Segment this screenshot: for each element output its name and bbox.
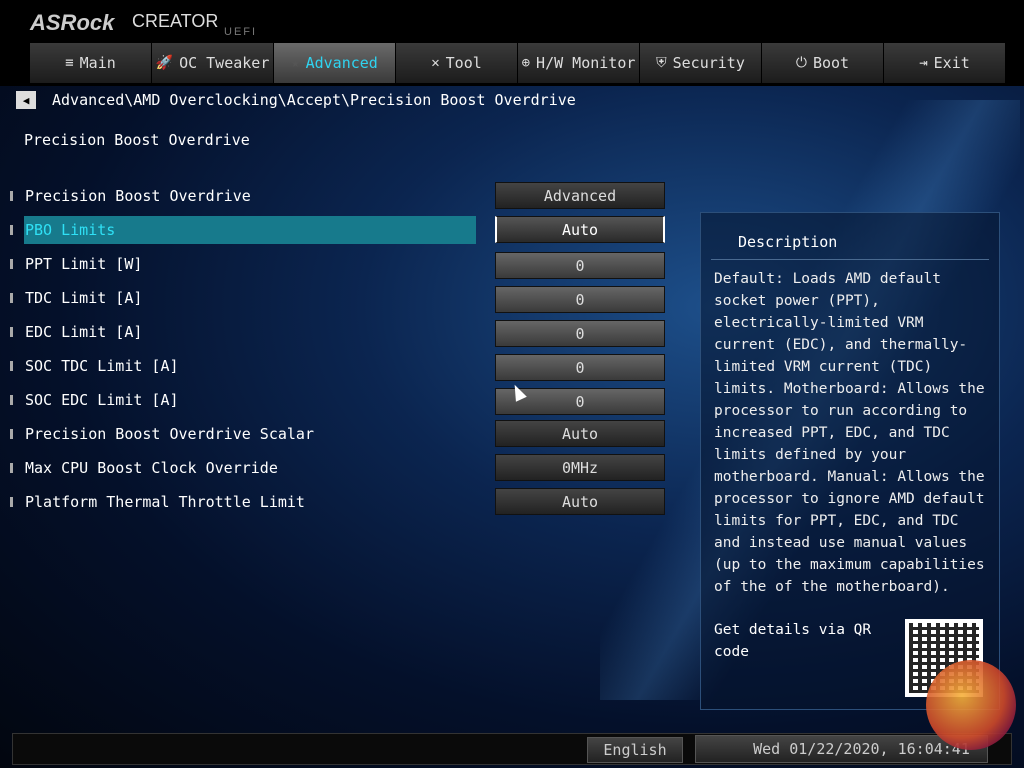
setting-row[interactable]: Max CPU Boost Clock Override (10, 454, 476, 482)
tab-exit[interactable]: ⇥ Exit (884, 43, 1005, 83)
tab-hw-monitor[interactable]: ⊕ H/W Monitor (518, 43, 639, 83)
setting-label: TDC Limit [A] (25, 289, 143, 307)
list-icon: ≡ (65, 55, 74, 71)
setting-label: Max CPU Boost Clock Override (25, 459, 278, 477)
setting-value[interactable]: 0 (495, 320, 665, 347)
description-title: Description (738, 233, 838, 251)
setting-label: Precision Boost Overdrive (25, 187, 251, 205)
tab-label: Tool (445, 54, 482, 72)
setting-row[interactable]: SOC EDC Limit [A] (10, 386, 476, 414)
back-arrow-icon[interactable]: ◀ (16, 91, 36, 109)
description-panel: Description Default: Loads AMD default s… (700, 212, 1000, 710)
top-bar: ASRock CREATOR UEFI ≡ Main 🚀 OC Tweaker ★ A… (0, 0, 1024, 86)
setting-label: EDC Limit [A] (25, 323, 143, 341)
tab-label: OC Tweaker (179, 54, 270, 72)
row-marker (10, 293, 13, 303)
setting-label: SOC EDC Limit [A] (25, 391, 179, 409)
tab-label: Main (79, 54, 116, 72)
setting-label: PBO Limits (25, 221, 116, 239)
breadcrumb-path: Advanced\AMD Overclocking\Accept\Precisi… (52, 91, 576, 109)
setting-value[interactable]: 0 (495, 252, 665, 279)
tab-boot[interactable]: ⏻ Boot (762, 43, 883, 83)
star-icon: ★ (291, 55, 300, 71)
setting-row[interactable]: Platform Thermal Throttle Limit (10, 488, 476, 516)
setting-label: PPT Limit [W] (25, 255, 143, 273)
setting-row[interactable]: EDC Limit [A] (10, 318, 476, 346)
tab-label: Advanced (305, 54, 378, 72)
row-marker (10, 395, 13, 405)
setting-value[interactable]: 0 (495, 354, 665, 381)
row-marker (10, 327, 13, 337)
setting-row[interactable]: Precision Boost Overdrive (10, 182, 476, 210)
row-marker (10, 463, 13, 473)
setting-label: Platform Thermal Throttle Limit (25, 493, 305, 511)
row-marker (10, 191, 13, 201)
setting-value[interactable]: Advanced (495, 182, 665, 209)
crosshair-icon: ⊕ (521, 55, 531, 71)
rocket-icon: 🚀 (155, 55, 174, 71)
row-marker (10, 225, 13, 235)
qr-caption: Get details via QR code (714, 622, 872, 660)
tab-label: H/W Monitor (536, 54, 636, 72)
row-marker (10, 497, 13, 507)
setting-row[interactable]: SOC TDC Limit [A] (10, 352, 476, 380)
setting-row[interactable]: Precision Boost Overdrive Scalar (10, 420, 476, 448)
page-title: Precision Boost Overdrive (24, 131, 250, 149)
setting-value[interactable]: Auto (495, 420, 665, 447)
tab-oc-tweaker[interactable]: 🚀 OC Tweaker (152, 43, 273, 83)
setting-row-selected[interactable]: PBO Limits (10, 216, 476, 244)
row-marker (10, 429, 13, 439)
description-text: Default: Loads AMD default socket power … (714, 271, 985, 595)
language-button[interactable]: English (587, 737, 683, 763)
setting-value[interactable]: Auto (495, 216, 665, 243)
breadcrumb: ◀ Advanced\AMD Overclocking\Accept\Preci… (16, 91, 576, 109)
setting-label: SOC TDC Limit [A] (25, 357, 179, 375)
main-tabs: ≡ Main 🚀 OC Tweaker ★ Advanced ✕ Tool ⊕ H/W M… (30, 43, 1006, 83)
tab-security[interactable]: ⛨ Security (640, 43, 761, 83)
tab-label: Exit (933, 54, 970, 72)
shield-icon: ⛨ (656, 55, 667, 71)
uefi-label: UEFI (224, 26, 258, 38)
tab-label: Boot (812, 54, 850, 72)
setting-value[interactable]: 0MHz (495, 454, 665, 481)
watermark-logo-icon (926, 660, 1016, 750)
tab-label: Security (672, 54, 745, 72)
row-marker (10, 259, 13, 269)
power-icon: ⏻ (795, 55, 807, 71)
product-name: CREATOR (132, 11, 219, 31)
tab-advanced[interactable]: ★ Advanced (274, 43, 395, 83)
setting-value[interactable]: 0 (495, 286, 665, 313)
exit-icon: ⇥ (919, 55, 928, 71)
tab-tool[interactable]: ✕ Tool (396, 43, 517, 83)
asrock-logo: ASRock (30, 10, 115, 35)
row-marker (10, 361, 13, 371)
setting-value[interactable]: Auto (495, 488, 665, 515)
setting-label: Precision Boost Overdrive Scalar (25, 425, 314, 443)
tab-main[interactable]: ≡ Main (30, 43, 151, 83)
setting-row[interactable]: PPT Limit [W] (10, 250, 476, 278)
divider (711, 259, 989, 260)
setting-row[interactable]: TDC Limit [A] (10, 284, 476, 312)
tools-icon: ✕ (431, 55, 440, 71)
